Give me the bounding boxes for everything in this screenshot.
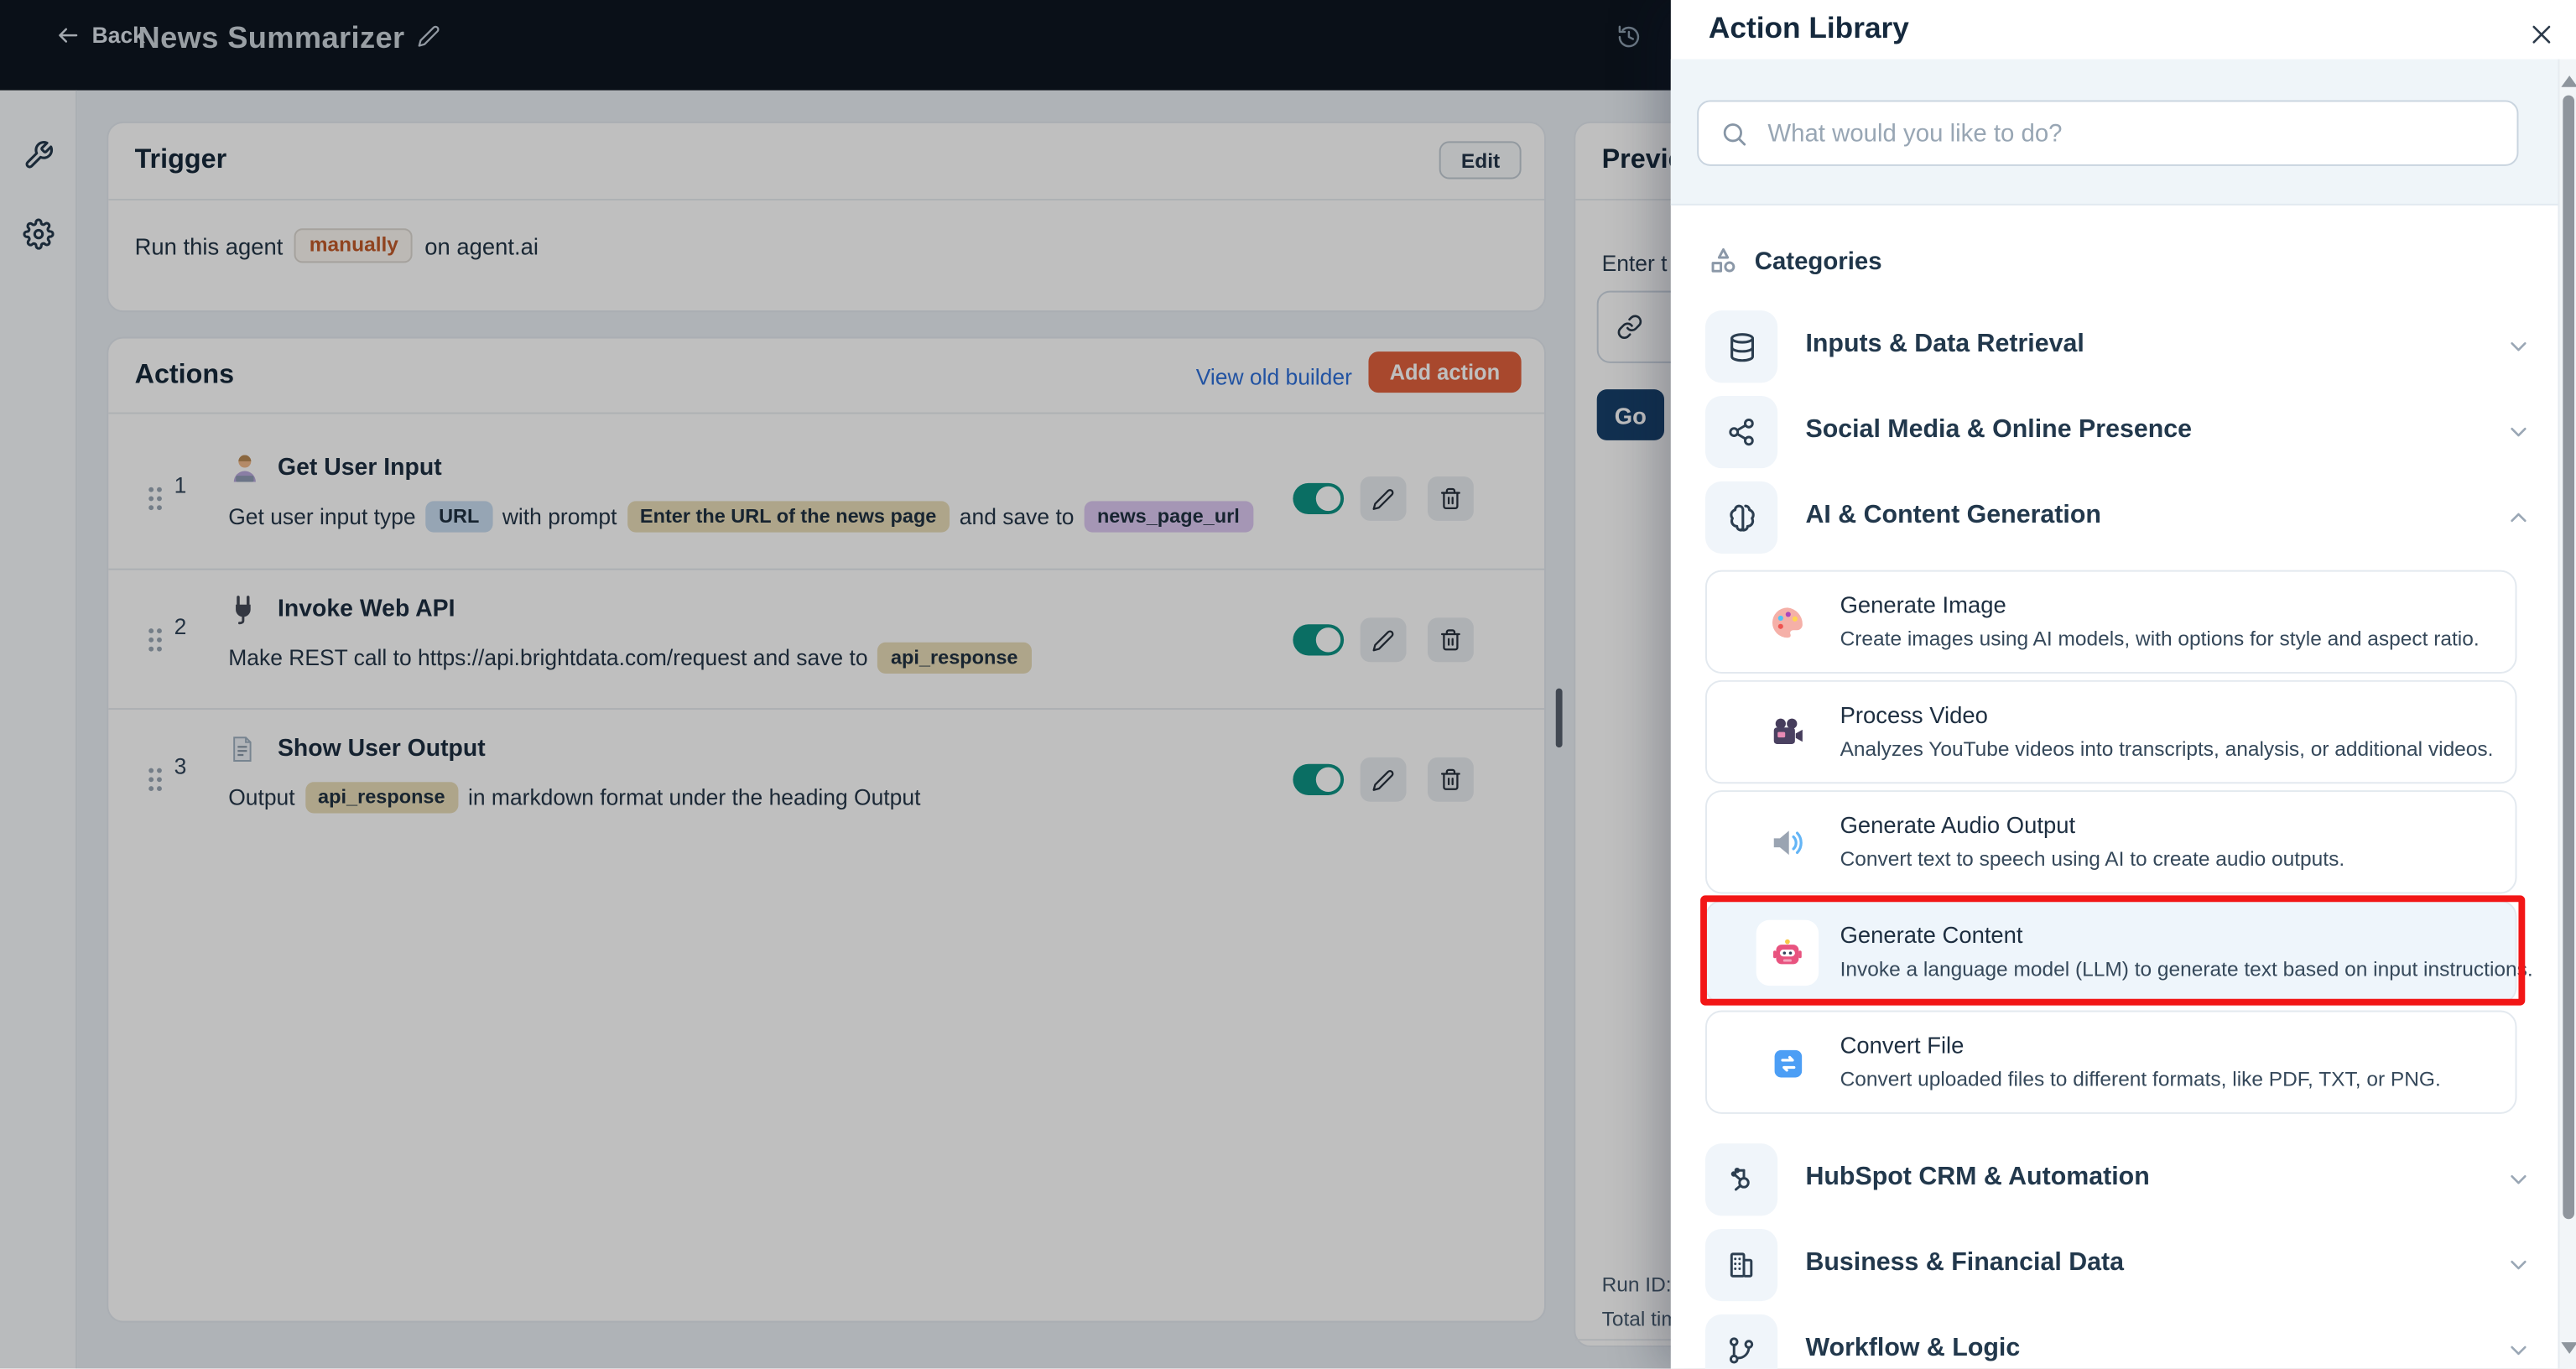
chevron-down-icon — [2506, 1167, 2532, 1193]
chevron-down-icon — [2506, 334, 2532, 360]
scroll-up-arrow[interactable] — [2561, 75, 2576, 87]
share-icon — [1704, 396, 1778, 469]
app-root: Back News Summarizer Trigger Edit Run th… — [0, 0, 2576, 1369]
action-library-title: Action Library — [1708, 11, 1909, 44]
category-row-social-media-online-presence[interactable]: Social Media & Online Presence — [1697, 389, 2537, 475]
robot-icon — [1756, 919, 1819, 986]
library-scrollbar — [2558, 59, 2576, 1369]
search-icon — [1720, 120, 1748, 148]
item-title: Process Video — [1840, 701, 1988, 728]
item-description: Convert uploaded files to different form… — [1840, 1068, 2441, 1091]
categories-header: Categories — [1709, 247, 1882, 276]
workflow-icon — [1704, 1314, 1778, 1369]
item-description: Create images using AI models, with opti… — [1840, 627, 2480, 651]
item-title: Generate Content — [1840, 921, 2023, 949]
modal-scrim — [0, 0, 1671, 1369]
category-label: AI & Content Generation — [1805, 501, 2101, 529]
scroll-down-arrow[interactable] — [2561, 1342, 2576, 1354]
chevron-down-icon — [2506, 1337, 2532, 1363]
item-description: Convert text to speech using AI to creat… — [1840, 847, 2345, 872]
chevron-down-icon — [2506, 1252, 2532, 1278]
palette-icon — [1769, 605, 1805, 641]
library-item-generate-image[interactable]: Generate Image Create images using AI mod… — [1704, 570, 2517, 674]
category-label: HubSpot CRM & Automation — [1805, 1163, 2150, 1191]
item-description: Invoke a language model (LLM) to generat… — [1840, 957, 2533, 981]
hubspot-icon — [1704, 1143, 1778, 1216]
convert-icon — [1769, 1045, 1805, 1081]
chevron-up-icon — [2506, 504, 2532, 530]
item-title: Generate Audio Output — [1840, 811, 2076, 838]
library-item-generate-content[interactable]: Generate Content Invoke a language model … — [1704, 900, 2533, 1004]
category-row-hubspot-crm-automation[interactable]: HubSpot CRM & Automation — [1697, 1137, 2537, 1222]
category-row-business-financial-data[interactable]: Business & Financial Data — [1697, 1222, 2537, 1308]
building-icon — [1704, 1228, 1778, 1302]
camera-icon — [1769, 715, 1805, 751]
item-description: Analyzes YouTube videos into transcripts… — [1840, 737, 2494, 761]
chevron-down-icon — [2506, 419, 2532, 445]
category-row-ai-content-generation[interactable]: AI & Content Generation — [1697, 475, 2537, 560]
library-search-input[interactable] — [1764, 103, 2488, 163]
category-row-inputs-data-retrieval[interactable]: Inputs & Data Retrieval — [1697, 304, 2537, 389]
category-label: Workflow & Logic — [1805, 1334, 2021, 1362]
item-title: Generate Image — [1840, 591, 2006, 618]
library-item-process-video[interactable]: Process Video Analyzes YouTube videos int… — [1704, 679, 2517, 784]
categories-label: Categories — [1754, 247, 1882, 276]
speaker-icon — [1769, 825, 1805, 861]
library-item-generate-audio-output[interactable]: Generate Audio Output Convert text to spe… — [1704, 790, 2517, 894]
library-search-box — [1697, 100, 2519, 166]
library-item-convert-file[interactable]: Convert File Convert uploaded files to di… — [1704, 1010, 2517, 1114]
database-icon — [1704, 310, 1778, 383]
item-title: Convert File — [1840, 1031, 1965, 1059]
library-scrollbar-thumb[interactable] — [2563, 95, 2575, 1220]
category-row-workflow-logic[interactable]: Workflow & Logic — [1697, 1308, 2537, 1369]
close-icon[interactable] — [2523, 17, 2559, 53]
library-search-section — [1670, 59, 2576, 206]
brain-icon — [1704, 481, 1778, 554]
category-label: Social Media & Online Presence — [1805, 415, 2193, 444]
action-library-panel: Action Library Categories Inputs & Data … — [1670, 0, 2576, 1369]
shapes-icon — [1709, 247, 1738, 276]
category-label: Inputs & Data Retrieval — [1805, 330, 2084, 358]
category-label: Business & Financial Data — [1805, 1248, 2125, 1277]
